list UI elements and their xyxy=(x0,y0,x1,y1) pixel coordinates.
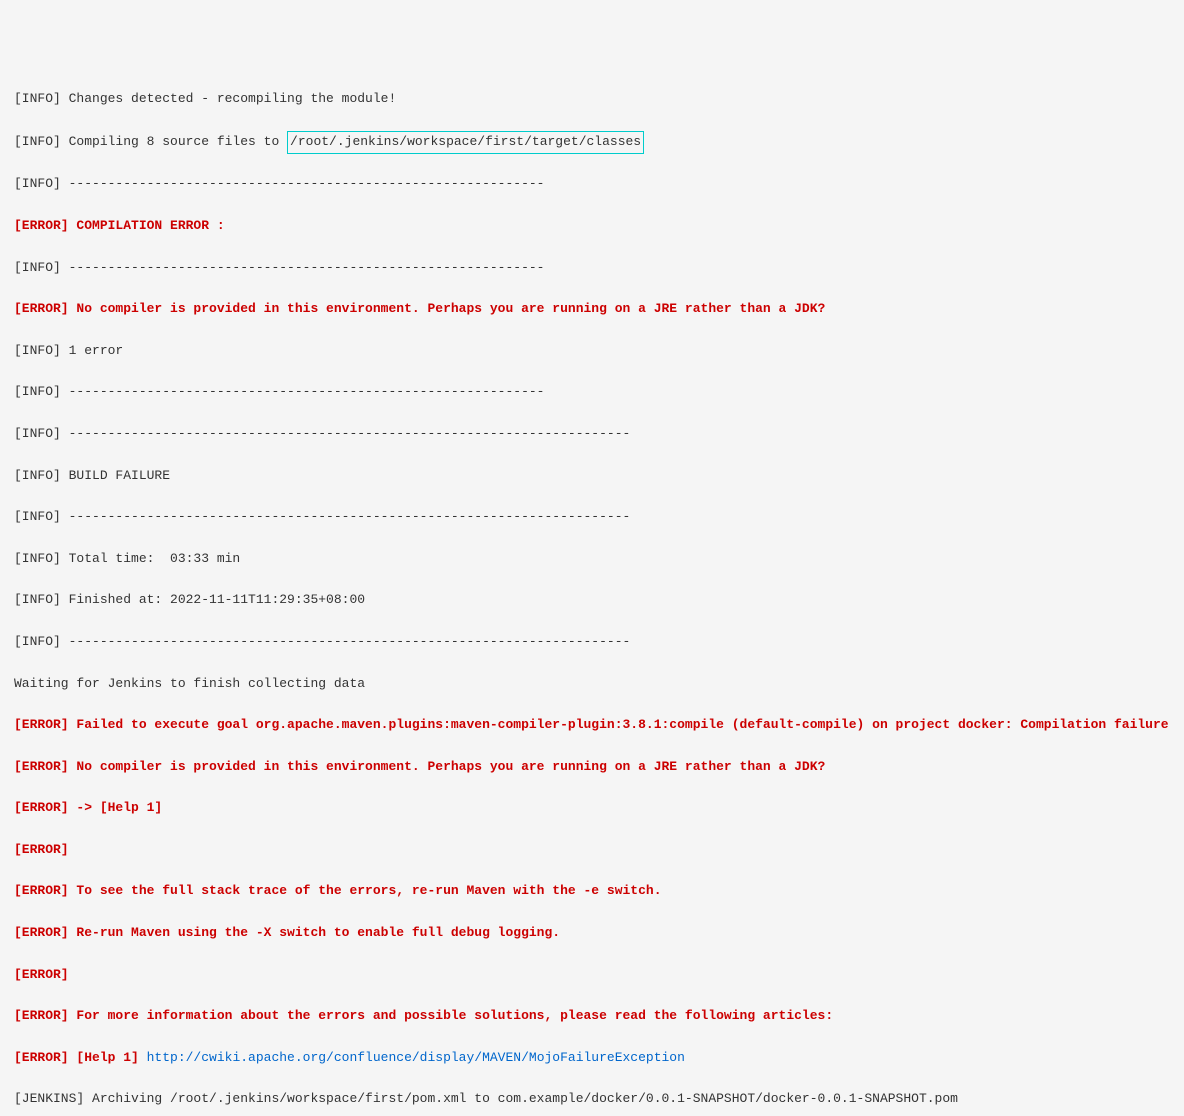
log-line-jenkins: [JENKINS] Archiving /root/.jenkins/works… xyxy=(14,1089,1170,1110)
log-line-info: [INFO] ---------------------------------… xyxy=(14,174,1170,195)
log-line-info: [INFO] ---------------------------------… xyxy=(14,258,1170,279)
log-line-info: [INFO] ---------------------------------… xyxy=(14,507,1170,528)
log-line-text: Waiting for Jenkins to finish collecting… xyxy=(14,674,1170,695)
log-line-info: [INFO] ---------------------------------… xyxy=(14,424,1170,445)
log-text: [ERROR] [Help 1] xyxy=(14,1050,147,1065)
log-line-info: [INFO] Total time: 03:33 min xyxy=(14,549,1170,570)
log-line-info: [INFO] ---------------------------------… xyxy=(14,632,1170,653)
log-line-info: [INFO] 1 error xyxy=(14,341,1170,362)
log-line-error: [ERROR] COMPILATION ERROR : xyxy=(14,216,1170,237)
log-line-error: [ERROR] xyxy=(14,965,1170,986)
log-line-error: [ERROR] No compiler is provided in this … xyxy=(14,757,1170,778)
help-link[interactable]: http://cwiki.apache.org/confluence/displ… xyxy=(147,1050,685,1065)
highlighted-path: /root/.jenkins/workspace/first/target/cl… xyxy=(287,131,644,154)
log-line-info: [INFO] BUILD FAILURE xyxy=(14,466,1170,487)
log-line-error: [ERROR] Failed to execute goal org.apach… xyxy=(14,715,1170,736)
log-text: [INFO] Compiling 8 source files to xyxy=(14,134,287,149)
log-line-error: [ERROR] Re-run Maven using the -X switch… xyxy=(14,923,1170,944)
log-line-error: [ERROR] For more information about the e… xyxy=(14,1006,1170,1027)
log-line-error: [ERROR] No compiler is provided in this … xyxy=(14,299,1170,320)
log-line-info: [INFO] Compiling 8 source files to /root… xyxy=(14,131,1170,154)
log-line-error: [ERROR] xyxy=(14,840,1170,861)
log-line-error: [ERROR] To see the full stack trace of t… xyxy=(14,881,1170,902)
log-line-error: [ERROR] [Help 1] http://cwiki.apache.org… xyxy=(14,1048,1170,1069)
log-line-info: [INFO] Changes detected - recompiling th… xyxy=(14,89,1170,110)
log-line-info: [INFO] ---------------------------------… xyxy=(14,382,1170,403)
log-line-error: [ERROR] -> [Help 1] xyxy=(14,798,1170,819)
log-line-info: [INFO] Finished at: 2022-11-11T11:29:35+… xyxy=(14,590,1170,611)
